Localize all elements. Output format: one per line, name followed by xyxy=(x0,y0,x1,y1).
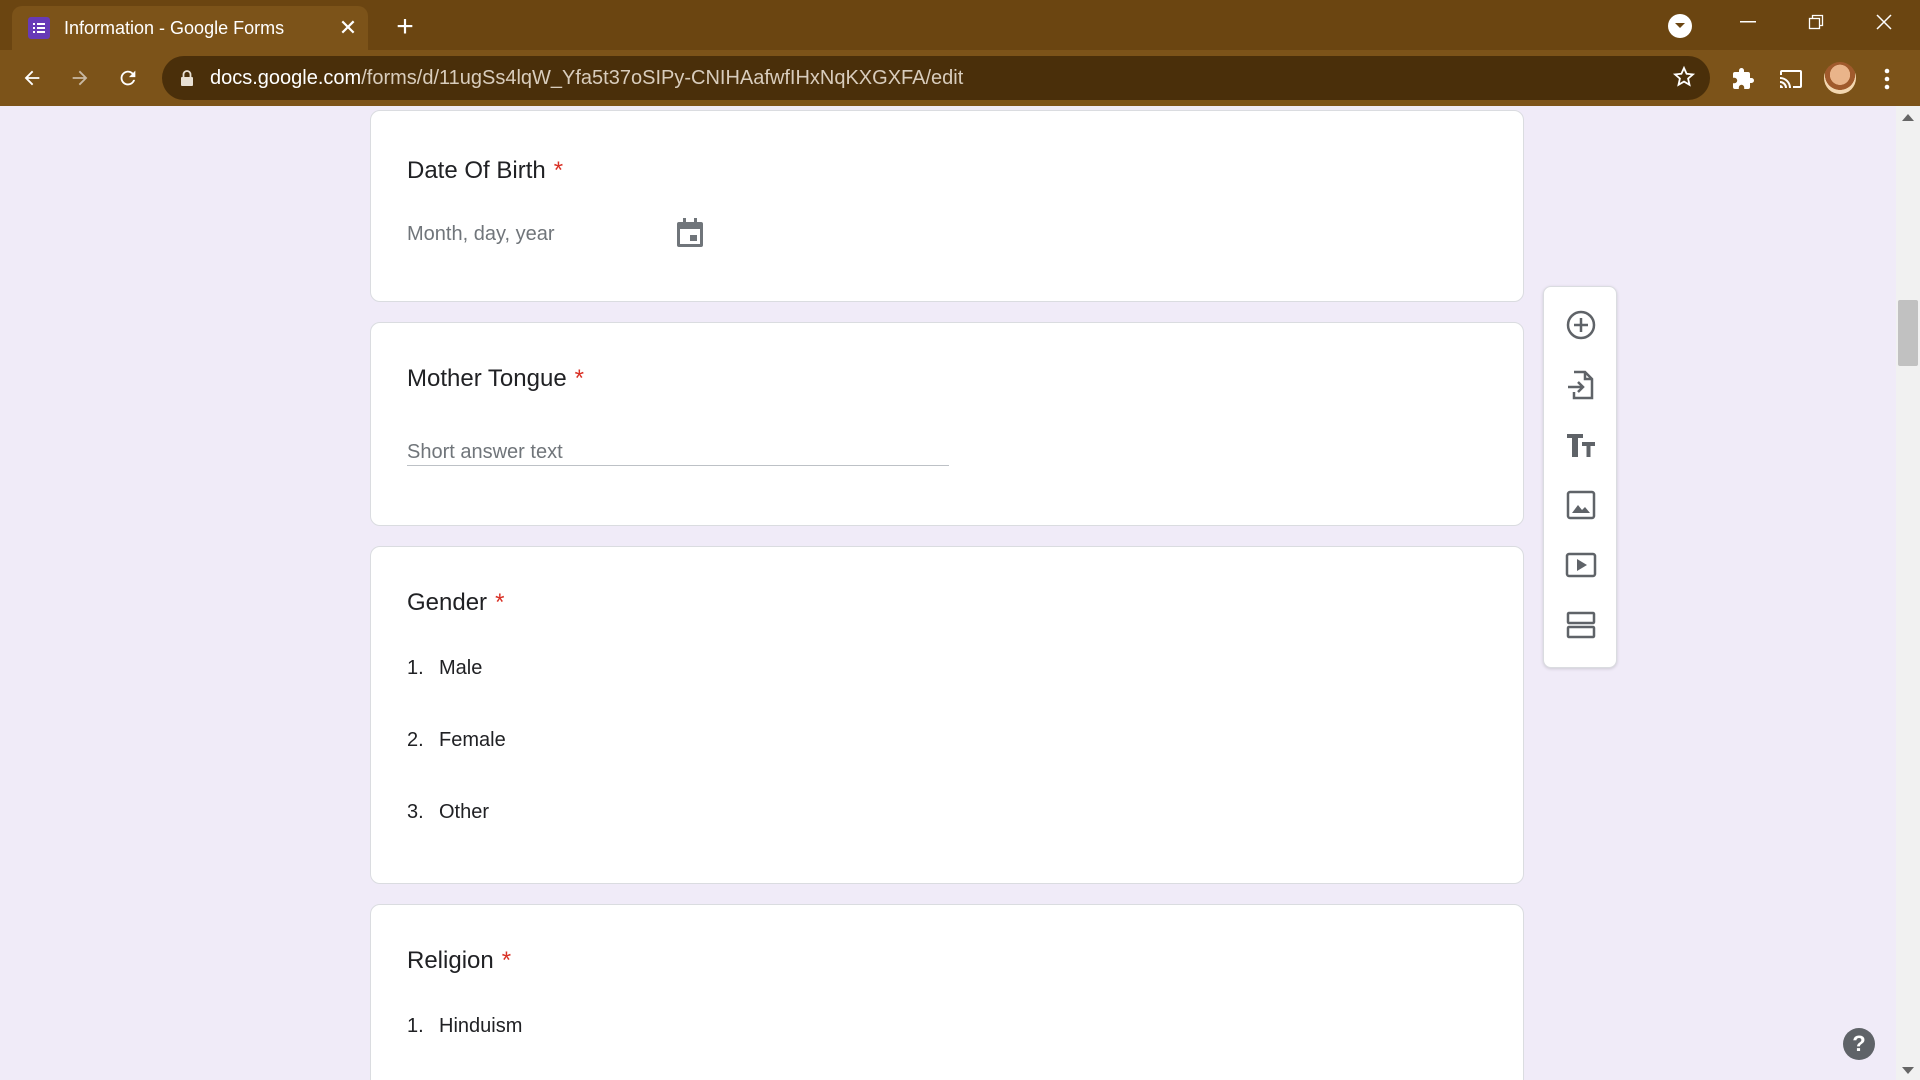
question-title-text: Mother Tongue xyxy=(407,365,567,392)
scrollbar-thumb[interactable] xyxy=(1898,300,1918,366)
form-editor-page: Date Of Birth * Month, day, year Mother T… xyxy=(0,106,1920,1080)
url-path: /forms/d/11ugSs4lqW_Yfa5t37oSIPy-CNIHAaf… xyxy=(361,66,964,89)
add-section-icon[interactable] xyxy=(1561,605,1601,645)
option-label: Female xyxy=(439,729,506,751)
question-title: Gender * xyxy=(407,589,504,617)
tab-title: Information - Google Forms xyxy=(64,17,285,38)
tab-close-icon[interactable]: ✕ xyxy=(334,14,362,42)
browser-toolbar: docs.google.com/forms/d/11ugSs4lqW_Yfa5t… xyxy=(0,50,1920,106)
lock-icon xyxy=(180,70,194,86)
reload-icon[interactable] xyxy=(110,60,146,96)
new-tab-button[interactable]: + xyxy=(388,10,422,44)
bookmark-star-icon[interactable] xyxy=(1672,65,1696,94)
question-title-text: Religion xyxy=(407,947,494,974)
tab-search-icon[interactable] xyxy=(1668,14,1692,38)
chrome-menu-icon[interactable] xyxy=(1872,64,1902,94)
minimize-icon[interactable] xyxy=(1716,0,1780,44)
option-item: 3. Other xyxy=(407,801,489,824)
page-scrollbar[interactable] xyxy=(1896,106,1920,1080)
option-label: Male xyxy=(439,657,483,679)
back-icon[interactable] xyxy=(14,60,50,96)
required-asterisk: * xyxy=(495,589,505,616)
question-title: Date Of Birth * xyxy=(407,157,563,185)
question-title-text: Date Of Birth xyxy=(407,157,546,184)
question-card-date-of-birth[interactable]: Date Of Birth * Month, day, year xyxy=(370,110,1524,302)
close-window-icon[interactable] xyxy=(1852,0,1916,44)
google-forms-favicon-icon xyxy=(28,17,50,39)
help-button[interactable]: ? xyxy=(1843,1028,1875,1060)
option-label: Other xyxy=(439,801,490,823)
option-number: 1. xyxy=(407,1015,424,1037)
address-bar[interactable]: docs.google.com/forms/d/11ugSs4lqW_Yfa5t… xyxy=(162,56,1710,100)
short-answer-placeholder: Short answer text xyxy=(407,441,563,463)
short-answer-underline xyxy=(407,465,949,466)
add-video-icon[interactable] xyxy=(1561,545,1601,585)
scroll-up-arrow-icon[interactable] xyxy=(1902,114,1914,121)
question-title: Religion * xyxy=(407,947,511,975)
question-card-mother-tongue[interactable]: Mother Tongue * Short answer text xyxy=(370,322,1524,526)
add-image-icon[interactable] xyxy=(1561,485,1601,525)
import-questions-icon[interactable] xyxy=(1561,365,1601,405)
option-item: 1. Male xyxy=(407,657,482,680)
date-placeholder: Month, day, year xyxy=(407,223,555,245)
required-asterisk: * xyxy=(553,157,564,184)
option-number: 3. xyxy=(407,801,424,823)
question-title-text: Gender xyxy=(407,589,488,616)
calendar-icon xyxy=(675,217,705,254)
cast-icon[interactable] xyxy=(1776,64,1806,94)
browser-tab-bar: Information - Google Forms ✕ + xyxy=(0,0,1920,50)
option-item: 2. Female xyxy=(407,729,506,752)
forward-icon[interactable] xyxy=(62,60,98,96)
option-number: 2. xyxy=(407,729,424,751)
extensions-puzzle-icon[interactable] xyxy=(1728,64,1758,94)
add-title-icon[interactable] xyxy=(1561,425,1601,465)
url-text: docs.google.com/forms/d/11ugSs4lqW_Yfa5t… xyxy=(210,67,963,90)
add-question-icon[interactable] xyxy=(1561,305,1601,345)
url-host: docs.google.com xyxy=(210,66,362,89)
option-label: Hinduism xyxy=(439,1015,523,1037)
scroll-down-arrow-icon[interactable] xyxy=(1902,1067,1914,1074)
question-card-religion[interactable]: Religion * 1. Hinduism xyxy=(370,904,1524,1080)
browser-tab[interactable]: Information - Google Forms ✕ xyxy=(12,6,368,50)
restore-icon[interactable] xyxy=(1784,0,1848,44)
profile-avatar[interactable] xyxy=(1824,62,1856,94)
question-side-toolbar xyxy=(1543,286,1617,668)
option-item: 1. Hinduism xyxy=(407,1015,522,1038)
required-asterisk: * xyxy=(574,365,585,392)
question-card-gender[interactable]: Gender * 1. Male 2. Female 3. Other xyxy=(370,546,1524,884)
question-title: Mother Tongue * xyxy=(407,365,584,393)
option-number: 1. xyxy=(407,657,424,679)
required-asterisk: * xyxy=(501,947,512,974)
